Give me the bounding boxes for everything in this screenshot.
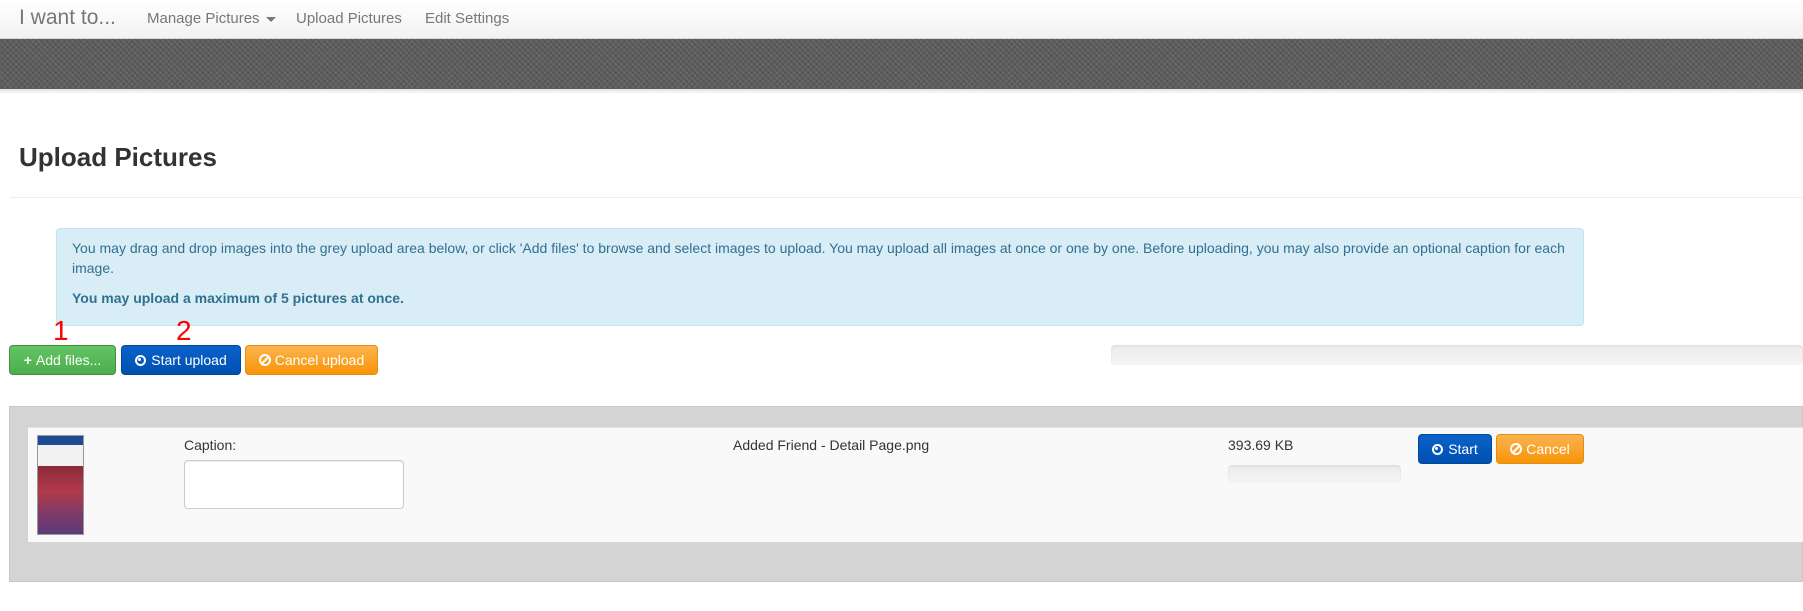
nav-manage-pictures-label: Manage Pictures bbox=[147, 10, 260, 27]
ban-circle-icon bbox=[258, 354, 271, 366]
file-progress-bar bbox=[1228, 465, 1401, 483]
alert-limit: You may upload a maximum of 5 pictures a… bbox=[72, 290, 404, 306]
caret-down-icon bbox=[265, 16, 276, 22]
circle-arrow-up-icon bbox=[135, 355, 147, 366]
nav-upload-pictures[interactable]: Upload Pictures bbox=[296, 10, 402, 27]
caption-label: Caption: bbox=[184, 437, 237, 453]
nav-edit-settings[interactable]: Edit Settings bbox=[425, 10, 509, 27]
start-file-label: Start bbox=[1448, 441, 1478, 457]
nav-manage-pictures[interactable]: Manage Pictures bbox=[147, 10, 276, 27]
title-divider bbox=[10, 197, 1803, 198]
header-banner bbox=[0, 39, 1803, 89]
start-upload-button[interactable]: Start upload bbox=[121, 345, 241, 375]
file-name: Added Friend - Detail Page.png bbox=[733, 437, 930, 453]
alert-message: You may drag and drop images into the gr… bbox=[72, 240, 1565, 276]
add-files-button[interactable]: + Add files... bbox=[9, 345, 116, 375]
navbar: I want to... Manage Pictures Upload Pict… bbox=[0, 0, 1803, 39]
ban-circle-icon bbox=[1510, 443, 1523, 455]
info-alert: You may drag and drop images into the gr… bbox=[56, 228, 1584, 326]
annotation-1: 1 bbox=[53, 315, 69, 346]
start-file-button[interactable]: Start bbox=[1418, 434, 1492, 464]
cancel-file-button[interactable]: Cancel bbox=[1496, 434, 1584, 464]
start-upload-label: Start upload bbox=[151, 352, 227, 368]
cancel-upload-label: Cancel upload bbox=[274, 352, 365, 368]
cancel-file-label: Cancel bbox=[1526, 441, 1570, 457]
annotation-2: 2 bbox=[176, 315, 192, 346]
cancel-upload-button[interactable]: Cancel upload bbox=[245, 345, 378, 375]
page-title: Upload Pictures bbox=[19, 142, 217, 172]
navbar-brand[interactable]: I want to... bbox=[19, 6, 116, 30]
plus-icon: + bbox=[23, 352, 32, 368]
caption-input[interactable] bbox=[184, 460, 404, 509]
file-thumbnail bbox=[37, 435, 84, 535]
circle-arrow-up-icon bbox=[1432, 444, 1444, 455]
add-files-label: Add files... bbox=[35, 352, 102, 368]
file-size: 393.69 KB bbox=[1228, 437, 1294, 453]
banner-shadow bbox=[0, 89, 1803, 94]
global-progress-bar bbox=[1111, 345, 1803, 365]
